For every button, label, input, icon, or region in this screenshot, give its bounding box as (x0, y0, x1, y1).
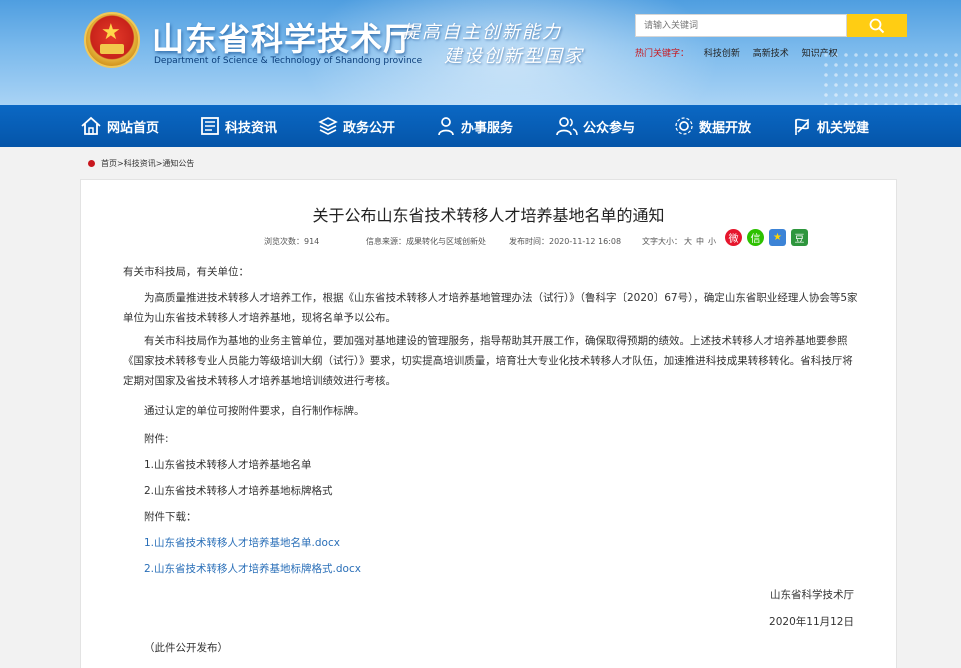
national-emblem-icon: ★ (84, 12, 140, 68)
publish-time: 发布时间：2020-11-12 16:08 (509, 237, 622, 246)
download-link[interactable]: 1.山东省技术转移人才培养基地名单.docx (144, 535, 340, 550)
hot-keyword-link[interactable]: 高新技术 (753, 49, 789, 59)
douban-icon[interactable]: 豆 (791, 229, 808, 246)
person-service-icon (438, 117, 454, 136)
hot-keyword-link[interactable]: 科技创新 (704, 49, 740, 59)
qzone-icon[interactable]: ★ (769, 229, 786, 246)
layers-icon (318, 117, 338, 135)
issue-date: 2020年11月12日 (769, 616, 854, 628)
nav-item-label: 科技资讯 (225, 120, 278, 136)
signature: 山东省科学技术厅 (770, 589, 854, 601)
nav-item-label: 公众参与 (583, 120, 636, 136)
font-size-medium[interactable]: 中 (696, 237, 704, 246)
hot-keyword-link[interactable]: 知识产权 (802, 49, 838, 59)
data-icon (675, 117, 693, 135)
nav-item-label: 数据开放 (699, 120, 752, 136)
notice-text: 通过认定的单位可按附件要求，自行制作标牌。 (144, 405, 365, 417)
wechat-icon[interactable]: 信 (747, 229, 764, 246)
site-title[interactable]: 山东省科学技术厅 (152, 14, 416, 60)
font-size-label: 文字大小： (642, 237, 682, 246)
search-input[interactable] (635, 14, 847, 37)
nav-item-home[interactable]: 网站首页 (80, 105, 159, 147)
hot-keywords: 热门关键字： 科技创新 高新技术 知识产权 (635, 46, 848, 59)
paragraph: 为高质量推进技术转移人才培养工作，根据《山东省技术转移人才培养基地管理办法（试行… (123, 292, 858, 324)
site-subtitle: Department of Science & Technology of Sh… (154, 56, 423, 66)
article-title: 关于公布山东省技术转移人才培养基地名单的通知 (312, 206, 665, 225)
nav-item-party-building[interactable]: 机关党建 (792, 105, 869, 147)
font-size-large[interactable]: 大 (684, 237, 692, 246)
attachments-label: 附件: (144, 433, 169, 445)
news-icon (201, 117, 219, 135)
nav-item-label: 机关党建 (817, 120, 870, 136)
people-icon (556, 117, 578, 136)
info-source: 信息来源：成果转化与区域创新处 (366, 237, 486, 246)
search-button[interactable] (847, 14, 907, 37)
nav-item-label: 网站首页 (107, 120, 160, 136)
nav-item-label: 办事服务 (461, 120, 514, 136)
attachment-item: 2.山东省技术转移人才培养基地标牌格式 (144, 485, 333, 497)
party-icon (795, 118, 809, 135)
salutation: 有关市科技局，有关单位： (123, 266, 249, 278)
nav-item-services[interactable]: 办事服务 (436, 105, 513, 147)
breadcrumb: 首页>科技资讯>通知公告 (88, 158, 194, 169)
weibo-icon[interactable]: 微 (725, 229, 742, 246)
main-nav: 网站首页 科技资讯 政务公开 办事服务 公众参与 数据开放 机关党建 (0, 105, 961, 147)
search-icon (869, 18, 885, 33)
location-pin-icon (88, 160, 95, 167)
nav-item-public-participation[interactable]: 公众参与 (556, 105, 635, 147)
downloads-label: 附件下载： (144, 511, 197, 523)
slogan-line-1: 提高自主创新能力 (402, 22, 562, 43)
nav-item-open-data[interactable]: 数据开放 (674, 105, 751, 147)
footnote: （此件公开发布） (144, 642, 228, 654)
nav-item-gov-affairs[interactable]: 政务公开 (318, 105, 395, 147)
download-link[interactable]: 2.山东省技术转移人才培养基地标牌格式.docx (144, 561, 361, 576)
slogan-line-2: 建设创新型国家 (444, 46, 584, 67)
hot-keywords-label: 热门关键字： (635, 49, 690, 59)
paragraph: 有关市科技局作为基地的业务主管单位，要加强对基地建设的管理服务，指导帮助其开展工… (123, 335, 853, 387)
attachment-item: 1.山东省技术转移人才培养基地名单 (144, 459, 312, 471)
home-icon (81, 116, 101, 135)
nav-item-label: 政务公开 (343, 120, 396, 136)
font-size-small[interactable]: 小 (708, 237, 716, 246)
view-count: 浏览次数：914 (264, 237, 320, 246)
site-header: ★ 山东省科学技术厅 Department of Science & Techn… (0, 0, 961, 105)
breadcrumb-text[interactable]: 首页>科技资讯>通知公告 (101, 158, 194, 169)
article-container: 关于公布山东省技术转移人才培养基地名单的通知 浏览次数：914 信息来源：成果转… (80, 179, 897, 668)
nav-item-news[interactable]: 科技资讯 (200, 105, 277, 147)
font-size-control: 文字大小：大中小 (642, 236, 718, 247)
